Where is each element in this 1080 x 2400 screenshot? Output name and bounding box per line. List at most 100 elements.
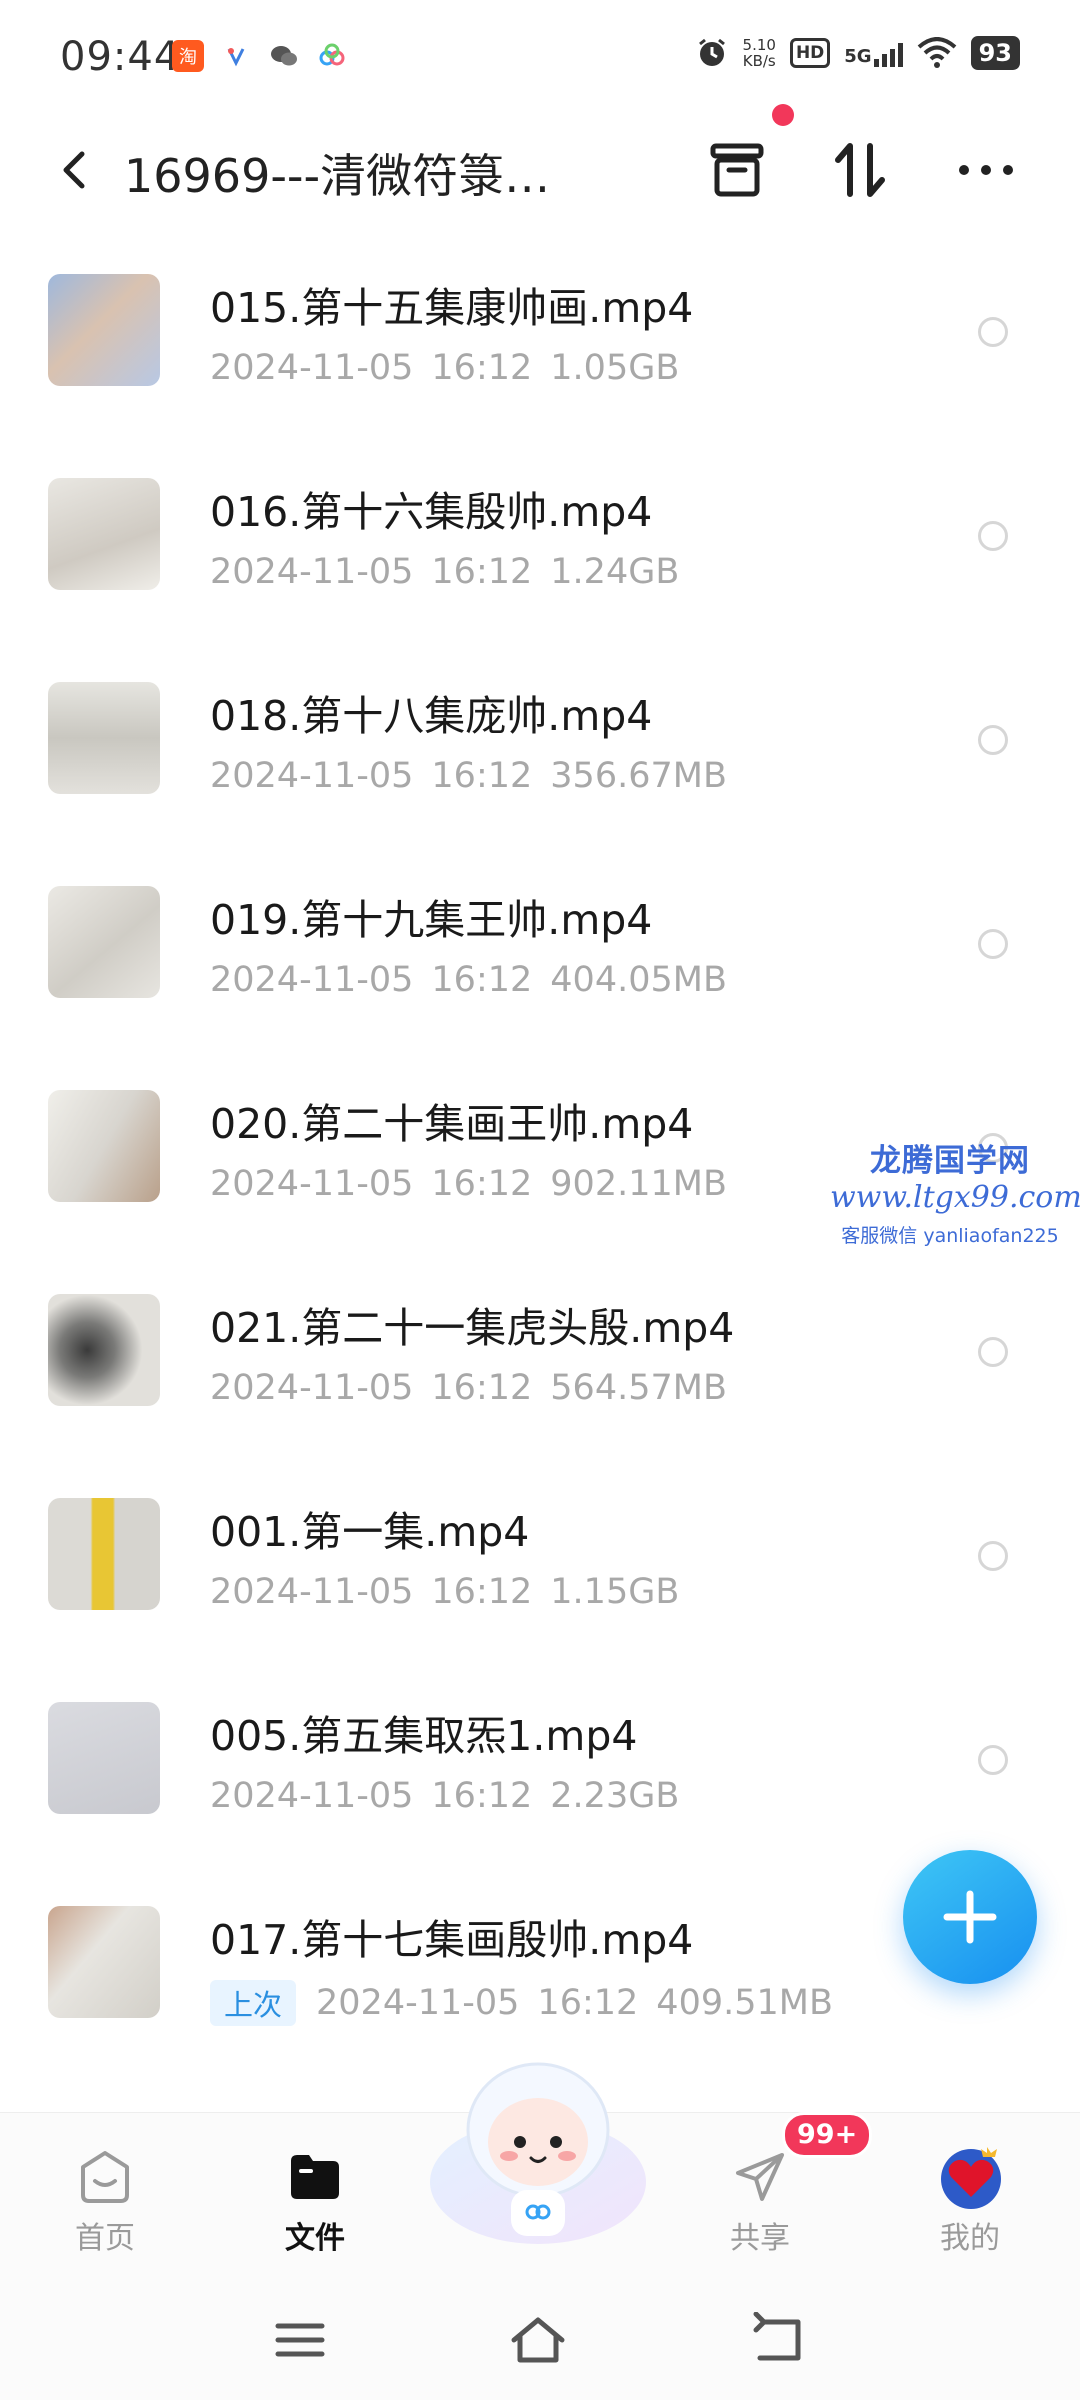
folder-icon — [291, 2155, 339, 2199]
video-thumbnail — [48, 886, 160, 998]
file-meta: 2024-11-05 16:12 1.15GB — [210, 1572, 679, 1612]
file-size: 902.11MB — [550, 1164, 727, 1204]
video-thumbnail — [48, 1090, 160, 1202]
network-type: 5G — [844, 46, 872, 67]
more-icon[interactable] — [954, 138, 1018, 202]
nav-home[interactable]: 首页 — [20, 2113, 190, 2273]
file-row[interactable]: 015.第十五集康帅画.mp4 2024-11-05 16:12 1.05GB — [0, 230, 1080, 434]
file-time: 16:12 — [431, 1164, 533, 1204]
watermark-title: 龙腾国学网 — [870, 1143, 1030, 1179]
file-time: 16:12 — [431, 552, 533, 592]
back-icon[interactable] — [48, 142, 104, 198]
select-radio[interactable] — [978, 1745, 1008, 1775]
file-meta: 2024-11-05 16:12 404.05MB — [210, 960, 727, 1000]
file-size: 356.67MB — [550, 756, 727, 796]
file-name: 017.第十七集画殷帅.mp4 — [210, 1916, 694, 1964]
select-radio[interactable] — [978, 1337, 1008, 1367]
file-name: 021.第二十一集虎头殷.mp4 — [210, 1304, 735, 1352]
home-face-icon — [81, 2151, 129, 2203]
file-size: 404.05MB — [550, 960, 727, 1000]
video-thumbnail — [48, 1702, 160, 1814]
file-name: 015.第十五集康帅画.mp4 — [210, 284, 694, 332]
video-thumbnail — [48, 1498, 160, 1610]
last-viewed-tag: 上次 — [210, 1980, 297, 2026]
notification-dot — [772, 104, 794, 126]
file-date: 2024-11-05 — [316, 1983, 520, 2023]
battery-indicator: 93 — [970, 36, 1020, 70]
file-time: 16:12 — [431, 348, 533, 388]
status-bar: 09:44 淘 5.10 KB/s HD 5G 93 — [0, 0, 1080, 120]
file-meta: 2024-11-05 16:12 902.11MB — [210, 1164, 727, 1204]
file-meta: 2024-11-05 16:12 564.57MB — [210, 1368, 727, 1408]
file-meta: 2024-11-05 16:12 1.05GB — [210, 348, 679, 388]
nav-mine[interactable]: 我的 — [885, 2113, 1055, 2273]
cloud-drive-icon — [316, 40, 348, 72]
file-size: 409.51MB — [656, 1983, 833, 2023]
status-time: 09:44 — [60, 34, 181, 80]
file-time: 16:12 — [431, 1368, 533, 1408]
file-meta: 2024-11-05 16:12 1.24GB — [210, 552, 679, 592]
select-radio[interactable] — [978, 1541, 1008, 1571]
file-meta: 2024-11-05 16:12 356.67MB — [210, 756, 727, 796]
file-size: 1.24GB — [550, 552, 680, 592]
nav-label: 文件 — [285, 2221, 345, 2256]
file-name: 019.第十九集王帅.mp4 — [210, 896, 653, 944]
video-thumbnail — [48, 274, 160, 386]
file-time: 16:12 — [431, 1572, 533, 1612]
select-radio[interactable] — [978, 317, 1008, 347]
file-size: 1.05GB — [550, 348, 680, 388]
select-radio[interactable] — [978, 521, 1008, 551]
file-row[interactable]: 001.第一集.mp4 2024-11-05 16:12 1.15GB — [0, 1454, 1080, 1658]
video-thumbnail — [48, 478, 160, 590]
file-meta: 上次 2024-11-05 16:12 409.51MB — [210, 1980, 833, 2026]
home-icon[interactable] — [508, 2312, 568, 2368]
nav-files[interactable]: 文件 — [230, 2113, 400, 2273]
nav-label: 首页 — [75, 2221, 135, 2256]
menu-icon[interactable] — [270, 2312, 330, 2368]
watermark-contact: 客服微信 yanliaofan225 — [841, 1225, 1059, 1247]
archive-icon[interactable] — [705, 138, 769, 202]
nav-label: 共享 — [730, 2221, 790, 2256]
file-row[interactable]: 016.第十六集殷帅.mp4 2024-11-05 16:12 1.24GB — [0, 434, 1080, 638]
paper-plane-icon — [736, 2153, 784, 2201]
alarm-icon — [698, 38, 725, 66]
back-icon[interactable] — [750, 2312, 810, 2368]
file-meta: 2024-11-05 16:12 2.23GB — [210, 1776, 679, 1816]
file-time: 16:12 — [431, 1776, 533, 1816]
file-time: 16:12 — [537, 1983, 639, 2023]
header: 16969---清微符箓… — [0, 120, 1080, 220]
file-size: 1.15GB — [550, 1572, 680, 1612]
file-date: 2024-11-05 — [210, 1368, 414, 1408]
file-date: 2024-11-05 — [210, 348, 414, 388]
file-row[interactable]: 018.第十八集庞帅.mp4 2024-11-05 16:12 356.67MB — [0, 638, 1080, 842]
video-thumbnail — [48, 1906, 160, 2018]
file-date: 2024-11-05 — [210, 1164, 414, 1204]
file-name: 016.第十六集殷帅.mp4 — [210, 488, 653, 536]
hd-badge: HD — [789, 38, 831, 68]
mascot-icon[interactable] — [425, 2050, 651, 2250]
share-badge: 99+ — [782, 2112, 873, 2158]
file-time: 16:12 — [431, 960, 533, 1000]
watermark-url: www.ltgx99.com — [830, 1180, 1080, 1215]
video-thumbnail — [48, 682, 160, 794]
plus-icon — [943, 1890, 997, 1944]
add-button[interactable] — [903, 1850, 1037, 1984]
file-date: 2024-11-05 — [210, 960, 414, 1000]
status-app-icons: 淘 — [172, 40, 348, 72]
network-speed: 5.10 KB/s — [742, 36, 776, 70]
file-name: 005.第五集取炁1.mp4 — [210, 1712, 638, 1760]
system-nav — [0, 2272, 1080, 2400]
app-icon — [220, 40, 252, 72]
file-row[interactable]: 021.第二十一集虎头殷.mp4 2024-11-05 16:12 564.57… — [0, 1250, 1080, 1454]
file-name: 001.第一集.mp4 — [210, 1508, 530, 1556]
file-row[interactable]: 005.第五集取炁1.mp4 2024-11-05 16:12 2.23GB — [0, 1658, 1080, 1862]
file-date: 2024-11-05 — [210, 756, 414, 796]
video-thumbnail — [48, 1294, 160, 1406]
page-title: 16969---清微符箓… — [124, 149, 551, 203]
file-size: 2.23GB — [550, 1776, 680, 1816]
file-name: 020.第二十集画王帅.mp4 — [210, 1100, 694, 1148]
sort-icon[interactable] — [828, 138, 892, 202]
select-radio[interactable] — [978, 929, 1008, 959]
select-radio[interactable] — [978, 725, 1008, 755]
file-row[interactable]: 019.第十九集王帅.mp4 2024-11-05 16:12 404.05MB — [0, 842, 1080, 1046]
